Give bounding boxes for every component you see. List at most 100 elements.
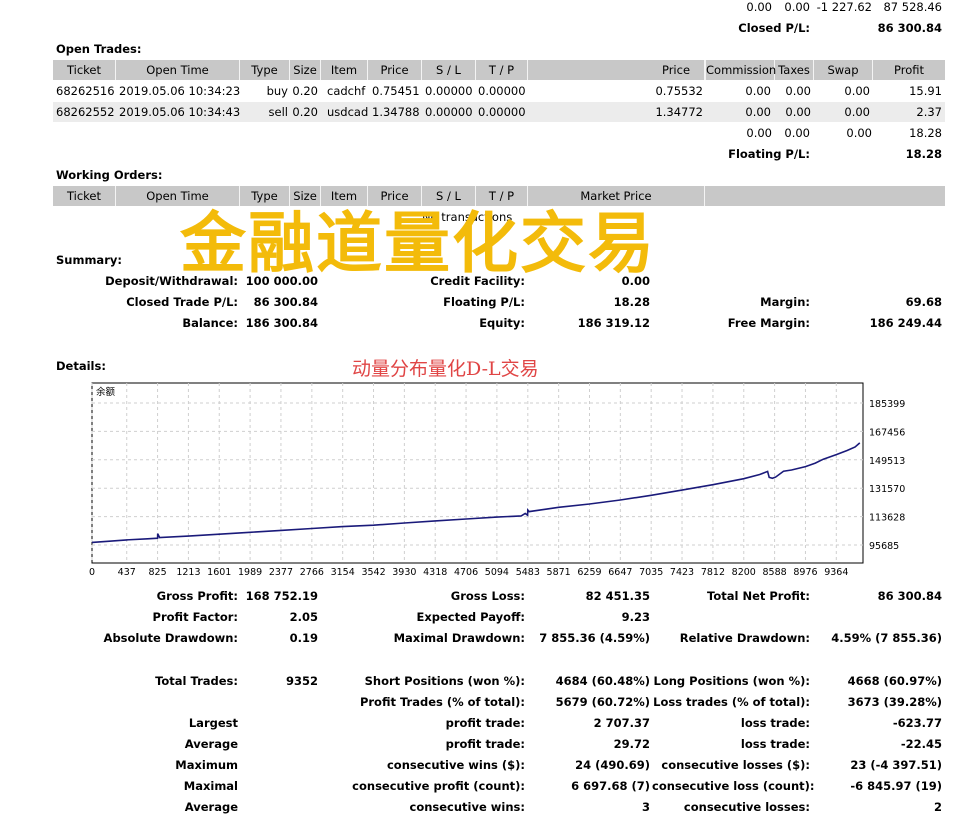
loss-trades-label: Loss trades (% of total): [653,695,810,709]
cell-sl: 0.00000 [425,84,473,98]
col-tp[interactable]: T / P [476,60,528,80]
y-tick-label: 185399 [869,399,905,410]
chart-legend-text: 余额 [96,386,116,398]
cell-close-price: 0.75532 [655,84,703,98]
x-tick-label: 437 [118,567,136,578]
gross-profit-label: Gross Profit: [156,589,238,603]
y-tick-label: 113628 [869,513,905,524]
x-tick-label: 7812 [701,567,725,578]
x-tick-label: 6647 [608,567,632,578]
floating-pl-label: Floating P/L: [728,147,810,161]
deposit-label: Deposit/Withdrawal: [105,274,238,288]
open-trades-title: Open Trades: [56,42,142,56]
col-taxes[interactable]: Taxes [775,60,814,80]
total-trades-label: Total Trades: [155,674,238,688]
summary-title: Summary: [56,253,122,267]
watermark-main: 金融道量化交易 [180,205,656,282]
short-positions-value: 4684 (60.48%) [555,674,650,688]
y-tick-label: 149513 [869,456,905,467]
table-row[interactable]: 68262516 2019.05.06 10:34:23 buy 0.20 ca… [53,81,945,101]
cell-commission: 0.00 [745,84,771,98]
col-ticket[interactable]: Ticket [53,186,116,206]
y-tick-label: 95685 [869,541,899,552]
maximal-profit-value: 6 697.68 (7) [571,779,650,793]
largest-loss-value: -623.77 [892,716,942,730]
open-trades-header: Ticket Open Time Type Size Item Price S … [53,60,945,80]
cell-ticket: 68262516 [56,84,115,98]
x-tick-label: 8588 [763,567,787,578]
rel-drawdown-value: 4.59% (7 855.36) [831,631,942,645]
gross-loss-value: 82 451.35 [585,589,650,603]
avg-profit-value: 29.72 [613,737,650,751]
cell-swap: 0.00 [844,84,870,98]
col-ticket[interactable]: Ticket [53,60,116,80]
chart-frame [91,382,864,564]
cell-tp: 0.00000 [478,84,526,98]
x-tick-label: 5483 [516,567,540,578]
avg-wins-value: 3 [641,800,650,814]
deposit-value: 100 000.00 [245,274,318,288]
col-size[interactable]: Size [290,60,321,80]
avg-loss-value: -22.45 [900,737,942,751]
balance-value: 186 300.84 [245,316,318,330]
cell-commission: 0.00 [745,105,771,119]
col-price[interactable]: Price [368,60,422,80]
x-tick-label: 5094 [485,567,509,578]
x-tick-label: 3930 [392,567,416,578]
x-tick-label: 5871 [547,567,571,578]
cell-open-time: 2019.05.06 10:34:23 [119,84,241,98]
x-tick-label: 825 [149,567,167,578]
average2-label: Average [184,800,238,814]
long-positions-label: Long Positions (won %): [653,674,811,688]
avg-wins-label: consecutive wins: [409,800,526,814]
margin-value: 69.68 [905,295,942,309]
rel-drawdown-label: Relative Drawdown: [679,631,810,645]
x-tick-label: 0 [89,567,95,578]
cell-size: 0.20 [292,84,318,98]
x-tick-label: 1601 [207,567,231,578]
profit-trades-label: Profit Trades (% of total): [359,695,525,709]
top-total-swap: -1 227.62 [816,0,872,14]
open-total-commission: 0.00 [746,126,772,140]
loss-trades-value: 3673 (39.28%) [847,695,942,709]
col-swap[interactable]: Swap [814,60,873,80]
col-blank [705,186,945,206]
closed-trade-label: Closed Trade P/L: [126,295,238,309]
profit-factor-label: Profit Factor: [152,610,238,624]
max-drawdown-value: 7 855.36 (4.59%) [539,631,650,645]
total-net-label: Total Net Profit: [707,589,810,603]
cell-price: 1.34788 [372,105,420,119]
working-orders-title: Working Orders: [56,168,163,182]
x-tick-label: 7035 [639,567,663,578]
y-tick-label: 131570 [869,484,905,495]
closed-pl-label: Closed P/L: [738,21,810,35]
col-profit[interactable]: Profit [873,60,945,80]
x-tick-label: 8200 [732,567,756,578]
col-open-time[interactable]: Open Time [116,60,240,80]
cell-close-price: 1.34772 [655,105,703,119]
avg-losses-label: consecutive losses: [683,800,810,814]
col-commission[interactable]: Commission [705,60,776,80]
equity-label: Equity: [479,316,525,330]
x-tick-label: 4706 [454,567,478,578]
x-tick-label: 3154 [331,567,355,578]
col-item[interactable]: Item [321,60,368,80]
x-tick-label: 4318 [423,567,447,578]
col-sl[interactable]: S / L [422,60,476,80]
x-tick-label: 9364 [824,567,848,578]
largest-profit-value: 2 707.37 [593,716,650,730]
open-total-profit: 18.28 [909,126,942,140]
largest-profit-label: profit trade: [445,716,525,730]
free-margin-label: Free Margin: [727,316,810,330]
profit-factor-value: 2.05 [289,610,318,624]
avg-loss-label: loss trade: [740,737,810,751]
table-row[interactable]: 68262552 2019.05.06 10:34:43 sell 0.20 u… [53,102,945,122]
col-type[interactable]: Type [240,60,290,80]
summary-floating-label: Floating P/L: [443,295,525,309]
cell-type: sell [268,105,288,119]
cell-profit: 2.37 [916,105,942,119]
profit-trades-value: 5679 (60.72%) [555,695,650,709]
largest-loss-label: loss trade: [740,716,810,730]
y-tick-label: 167456 [869,427,905,438]
col-price-close[interactable]: Price [651,60,705,80]
